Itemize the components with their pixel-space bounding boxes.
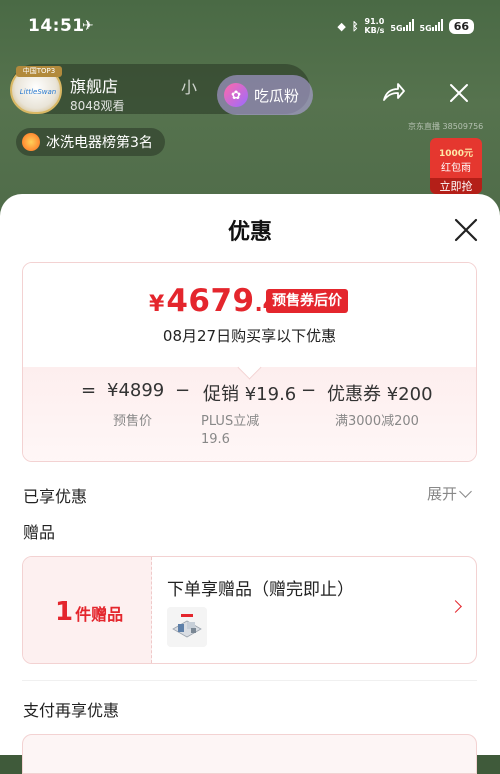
chigua-fan-label: 吃瓜粉 bbox=[254, 86, 300, 105]
currency-symbol: ¥ bbox=[149, 292, 165, 317]
bluetooth-icon: ᛒ bbox=[351, 19, 359, 33]
price-breakdown-card: ¥ 4679 .4 预售券后价 08月27日购买享以下优惠 = ¥4899 − … bbox=[22, 262, 477, 462]
network-speed-value: 91.0 bbox=[364, 17, 385, 26]
red-packet-amount: 1000元 bbox=[438, 149, 474, 159]
minus-sign-1: − bbox=[175, 380, 191, 401]
gift-count-number: 1 bbox=[55, 597, 74, 627]
red-packet-name: 红包雨 bbox=[441, 163, 471, 174]
status-indicators: ◆ ᛒ 91.0 KB/s 5G 5G 66 bbox=[337, 17, 474, 35]
presale-price-label: 预售价 bbox=[113, 414, 153, 429]
coupon-amount: 优惠券 ¥200 bbox=[327, 384, 433, 405]
rank-badge[interactable]: 冰洗电器榜第3名 bbox=[16, 128, 165, 156]
signal-2-icon: 5G bbox=[419, 18, 443, 34]
avatar-top3-tag: 中国TOP3 bbox=[16, 66, 62, 77]
signal-1-label: 5G bbox=[390, 23, 403, 33]
chigua-fan-button[interactable]: ✿ 吃瓜粉 bbox=[217, 75, 313, 115]
payment-discount-label: 支付再享优惠 bbox=[23, 701, 120, 720]
discount-sheet: 优惠 ¥ 4679 .4 预售券后价 08月27日购买享以下优惠 = ¥4899… bbox=[0, 194, 500, 774]
calc-row: = ¥4899 − 促销 ¥19.6 − 优惠券 ¥200 bbox=[23, 380, 476, 405]
gift-card[interactable]: 1 件赠品 下单享赠品（赠完即止） bbox=[22, 556, 477, 664]
presale-badge: 预售券后价 bbox=[266, 289, 348, 313]
red-packet-button[interactable]: 1000元 红包雨 立即抢 bbox=[430, 138, 482, 194]
minus-sign-2: − bbox=[301, 380, 317, 401]
melon-icon: ✿ bbox=[224, 83, 248, 107]
enjoyed-discounts-label: 已享优惠 bbox=[23, 487, 88, 506]
share-icon[interactable] bbox=[380, 80, 406, 106]
shop-name-overflow: 小 bbox=[181, 78, 198, 97]
network-speed: 91.0 KB/s bbox=[364, 17, 384, 35]
network-speed-unit: KB/s bbox=[364, 26, 385, 35]
fire-icon bbox=[22, 133, 40, 151]
live-watermark: 京东直播 38509756 bbox=[408, 122, 484, 131]
status-bar: 14:51 ✈ ◆ ᛒ 91.0 KB/s 5G 5G 66 bbox=[0, 0, 500, 54]
final-price: ¥ 4679 .4 bbox=[149, 283, 277, 319]
price-summary: ¥ 4679 .4 预售券后价 08月27日购买享以下优惠 bbox=[23, 263, 476, 367]
gift-count-unit: 件赠品 bbox=[75, 605, 124, 624]
status-time: 14:51 bbox=[28, 16, 85, 36]
avatar-brand-logo: LittleSwan bbox=[19, 88, 57, 96]
close-live-icon[interactable] bbox=[446, 80, 472, 106]
chevron-down-icon bbox=[459, 485, 472, 498]
viewer-count: 8048观看 bbox=[70, 99, 125, 113]
signal-1-icon: 5G bbox=[390, 18, 414, 34]
payment-discount-card[interactable] bbox=[22, 734, 477, 774]
signal-2-label: 5G bbox=[419, 23, 432, 33]
red-packet-action: 立即抢 bbox=[430, 178, 482, 194]
expand-label: 展开 bbox=[427, 485, 458, 503]
plus-discount-label: PLUS立减 bbox=[201, 414, 260, 429]
presale-price: ¥4899 bbox=[107, 380, 165, 401]
battery-icon: 66 bbox=[448, 18, 474, 34]
nfc-icon: ◆ bbox=[337, 19, 346, 33]
gift-count: 1 件赠品 bbox=[55, 597, 123, 627]
rank-text: 冰洗电器榜第3名 bbox=[46, 135, 153, 151]
gift-section-label: 赠品 bbox=[23, 523, 56, 542]
gift-count-panel: 1 件赠品 bbox=[23, 557, 152, 663]
app-notification-icon: ✈ bbox=[82, 18, 94, 34]
plus-discount-amount: 19.6 bbox=[201, 432, 230, 447]
promo-amount: 促销 ¥19.6 bbox=[203, 384, 297, 405]
gift-product-thumbnail bbox=[167, 607, 207, 647]
shop-name: 旗舰店 bbox=[70, 77, 119, 96]
price-calculation: = ¥4899 − 促销 ¥19.6 − 优惠券 ¥200 预售价 PLUS立减… bbox=[23, 367, 476, 461]
price-integer: 4679 bbox=[166, 283, 255, 319]
divider bbox=[22, 680, 477, 681]
chevron-right-icon bbox=[449, 600, 462, 613]
coupon-condition: 满3000减200 bbox=[335, 414, 419, 429]
close-icon[interactable] bbox=[452, 216, 480, 244]
purchase-date-text: 08月27日购买享以下优惠 bbox=[162, 327, 337, 345]
gift-title: 下单享赠品（赠完即止） bbox=[167, 580, 354, 600]
expand-button[interactable]: 展开 bbox=[427, 483, 472, 504]
equals-sign: = bbox=[81, 380, 97, 401]
sheet-title: 优惠 bbox=[227, 220, 272, 245]
